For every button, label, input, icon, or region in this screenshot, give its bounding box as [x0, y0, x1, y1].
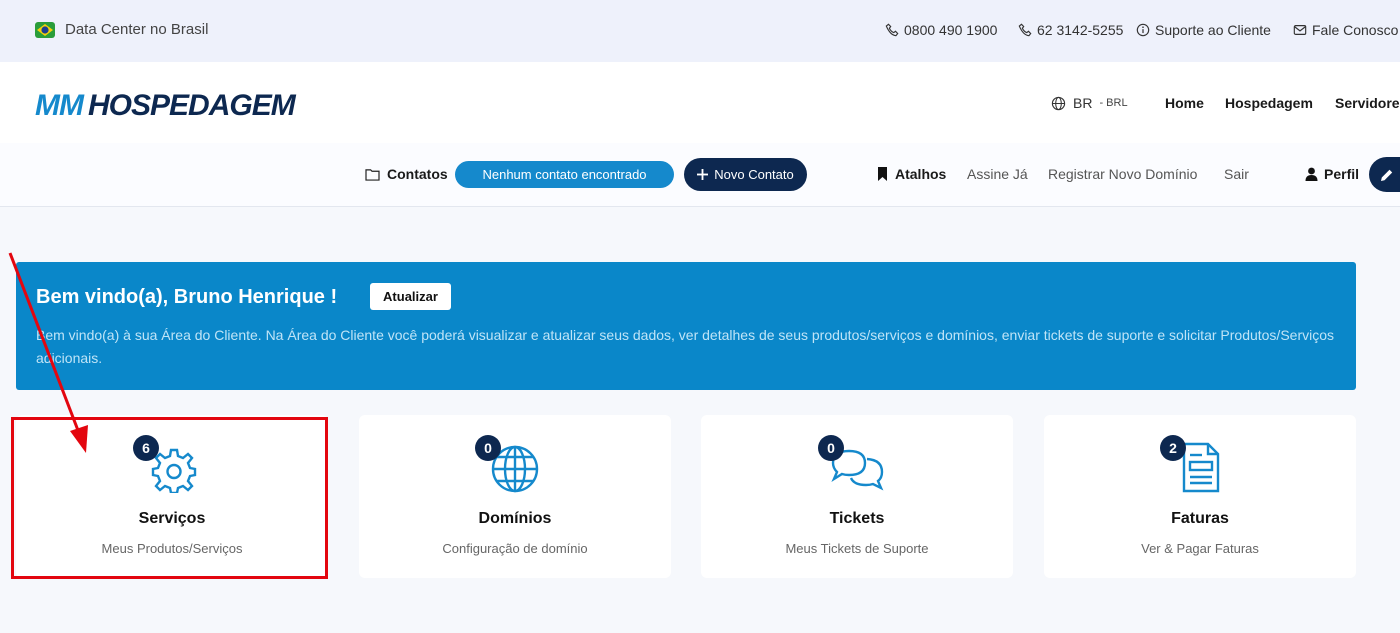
contact-link[interactable]: Fale Conosco: [1293, 22, 1398, 38]
globe-icon: [1051, 96, 1066, 110]
edit-profile-button[interactable]: [1369, 157, 1400, 192]
profile-label: Perfil: [1324, 166, 1360, 182]
card-tickets[interactable]: 0 Tickets Meus Tickets de Suporte: [701, 415, 1013, 578]
card-count-badge: 0: [475, 435, 501, 461]
pencil-icon: [1381, 169, 1393, 181]
card-subtitle: Configuração de domínio: [442, 541, 588, 556]
language-selector[interactable]: BR - BRL: [1051, 95, 1128, 111]
phone-link-2[interactable]: 62 3142-5255: [1018, 22, 1123, 38]
card-count-badge: 0: [818, 435, 844, 461]
phone-icon: [1018, 23, 1032, 37]
welcome-description: Bem vindo(a) à sua Área do Cliente. Na Á…: [36, 327, 1335, 366]
envelope-icon: [1293, 25, 1307, 35]
nav-servidores[interactable]: Servidore: [1335, 95, 1400, 111]
card-title: Domínios: [478, 510, 552, 527]
support-label: Suporte ao Cliente: [1155, 22, 1271, 38]
svg-text:MM: MM: [35, 89, 85, 120]
card-faturas[interactable]: 2 Faturas Ver & Pagar Faturas: [1044, 415, 1356, 578]
contact-label: Fale Conosco: [1312, 22, 1399, 38]
bookmark-icon: [878, 167, 887, 181]
language-code: BR: [1073, 95, 1093, 111]
contatos-text: Contatos: [387, 166, 448, 182]
atalhos-label: Atalhos: [877, 166, 946, 182]
nav-hospedagem[interactable]: Hospedagem: [1225, 95, 1313, 111]
mmhospedagem-logo[interactable]: MM HOSPEDAGEM: [33, 86, 338, 120]
phone-1-label: 0800 490 1900: [904, 22, 998, 38]
card-title: Tickets: [829, 510, 885, 527]
info-icon: [1136, 23, 1150, 37]
new-contact-button[interactable]: Novo Contato: [684, 158, 807, 191]
folder-icon: [365, 168, 380, 181]
shortcut-sair[interactable]: Sair: [1224, 166, 1249, 182]
refresh-button[interactable]: Atualizar: [370, 283, 451, 310]
phone-2-label: 62 3142-5255: [1037, 22, 1124, 38]
currency-code: - BRL: [1099, 97, 1128, 109]
no-contact-pill[interactable]: Nenhum contato encontrado: [455, 161, 674, 188]
profile-link[interactable]: Perfil: [1305, 166, 1359, 182]
datacenter-text: Data Center no Brasil: [65, 21, 209, 38]
plus-icon: [697, 169, 709, 180]
support-link[interactable]: Suporte ao Cliente: [1136, 22, 1271, 38]
user-icon: [1305, 167, 1318, 181]
phone-icon: [885, 23, 899, 37]
red-arrow-annotation: [8, 252, 88, 453]
nav-home[interactable]: Home: [1165, 95, 1204, 111]
card-dominios[interactable]: 0 Domínios Configuração de domínio: [359, 415, 671, 578]
phone-link-1[interactable]: 0800 490 1900: [885, 22, 997, 38]
shortcut-registrar-dominio[interactable]: Registrar Novo Domínio: [1048, 166, 1197, 182]
shortcut-assine[interactable]: Assine Já: [967, 166, 1028, 182]
card-count-badge: 2: [1160, 435, 1186, 461]
brazil-flag-icon: [35, 22, 55, 38]
contatos-label: Contatos: [365, 166, 448, 182]
card-subtitle: Meus Tickets de Suporte: [785, 541, 929, 556]
card-subtitle: Ver & Pagar Faturas: [1141, 541, 1259, 556]
atalhos-text: Atalhos: [895, 166, 947, 182]
svg-text:HOSPEDAGEM: HOSPEDAGEM: [88, 89, 297, 120]
new-contact-label: Novo Contato: [714, 167, 794, 182]
card-title: Faturas: [1171, 510, 1229, 527]
